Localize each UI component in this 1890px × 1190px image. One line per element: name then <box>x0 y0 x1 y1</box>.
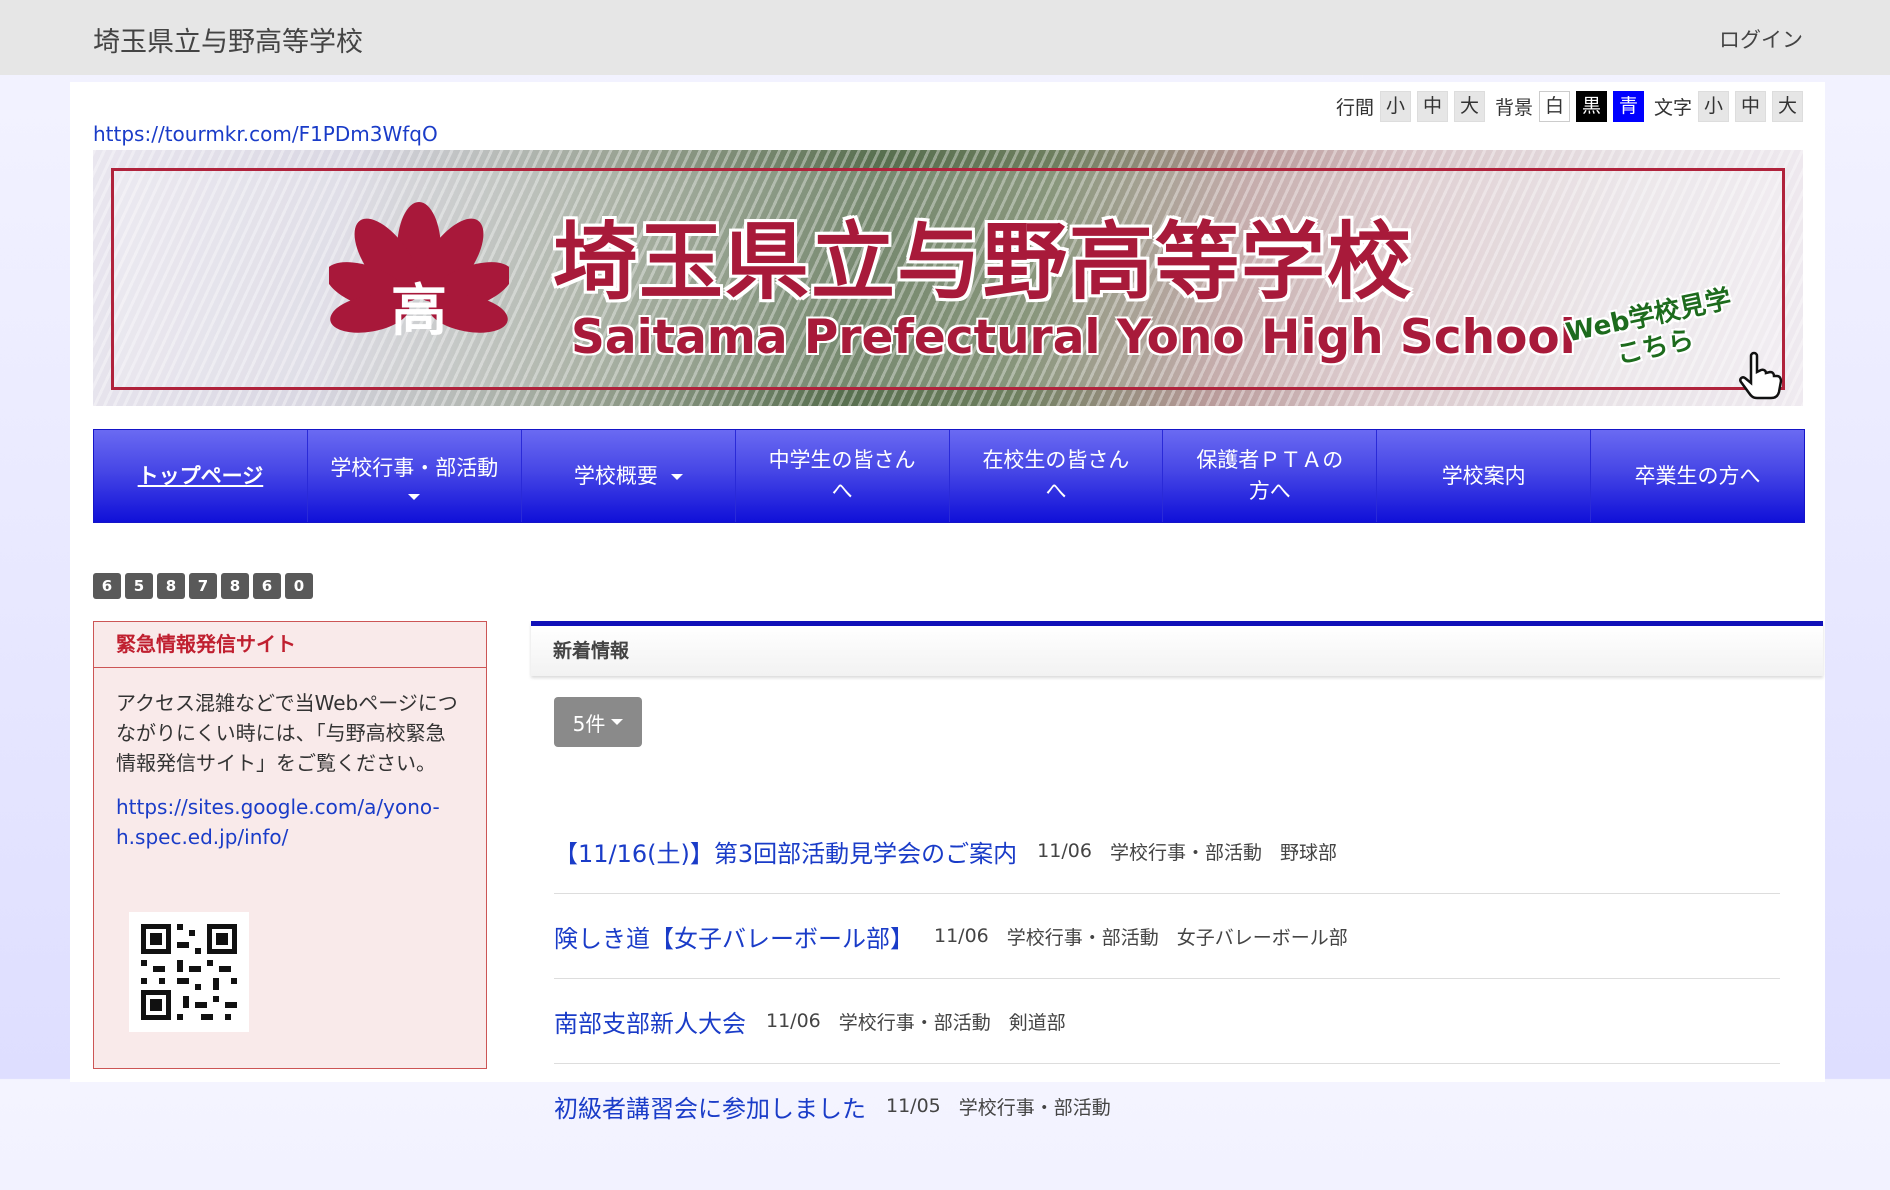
school-crest-icon: 高 <box>329 202 509 344</box>
news-category: 学校行事・部活動 <box>1109 841 1262 864</box>
news-category: 学校行事・部活動 <box>1006 926 1159 949</box>
emergency-info-text: アクセス混雑などで当Webページにつながりにくい時には、「与野高校緊急情報発信サ… <box>116 691 458 775</box>
nav-junior-high[interactable]: 中学生の皆さん へ <box>734 430 949 522</box>
text-size-medium-button[interactable]: 中 <box>1735 91 1766 122</box>
news-date: 11/06 <box>1037 840 1092 862</box>
background-white-button[interactable]: 白 <box>1538 91 1570 122</box>
nav-parents-pta[interactable]: 保護者ＰＴＡの 方へ <box>1162 430 1377 522</box>
nav-top-page[interactable]: トップページ <box>94 430 307 522</box>
nav-events-clubs[interactable]: 学校行事・部活動 <box>306 430 521 522</box>
news-heading: 新着情報 <box>531 621 1823 676</box>
list-item: 【11/16(土)】第3回部活動見学会のご案内 11/06 学校行事・部活動 野… <box>554 809 1780 894</box>
chevron-down-icon <box>611 719 624 725</box>
page-container: 行間 小 中 大 背景 白 黒 青 文字 小 中 大 https://tourm… <box>70 82 1825 1123</box>
nav-top-page-label: トップページ <box>137 463 264 488</box>
counter-digit: 0 <box>285 573 313 599</box>
top-bar: 埼玉県立与野高等学校 ログイン <box>0 0 1890 75</box>
nav-parents-pta-line2: 方へ <box>1248 479 1291 503</box>
header-banner[interactable]: 高 埼玉県立与野高等学校 Saitama Prefectural Yono Hi… <box>93 150 1803 406</box>
nav-school-guide-label: 学校案内 <box>1441 463 1526 488</box>
site-name[interactable]: 埼玉県立与野高等学校 <box>93 20 363 59</box>
news-title-link[interactable]: 初級者講習会に参加しました <box>554 1089 866 1124</box>
banner-title: 埼玉県立与野高等学校 <box>553 213 1414 311</box>
emergency-info-title: 緊急情報発信サイト <box>94 622 486 668</box>
counter-digit: 6 <box>253 573 281 599</box>
line-spacing-small-button[interactable]: 小 <box>1379 91 1411 122</box>
list-item: 険しき道【女子バレーボール部】 11/06 学校行事・部活動 女子バレーボール部 <box>554 894 1780 979</box>
banner-subtitle: Saitama Prefectural Yono High School <box>571 310 1576 365</box>
news-title-link[interactable]: 南部支部新人大会 <box>554 1004 746 1039</box>
background-blue-button[interactable]: 青 <box>1612 91 1644 122</box>
visitor-counter: 6 5 8 7 8 6 0 <box>93 573 317 599</box>
crest-character: 高 <box>391 279 447 344</box>
nav-parents-pta-line1: 保護者ＰＴＡの <box>1196 448 1344 472</box>
news-count-label: 5件 <box>572 711 606 736</box>
news-title-link[interactable]: 【11/16(土)】第3回部活動見学会のご案内 <box>554 834 1017 869</box>
news-club: 女子バレーボール部 <box>1176 926 1348 949</box>
news-date: 11/06 <box>934 925 989 947</box>
counter-digit: 7 <box>189 573 217 599</box>
list-item: 初級者講習会に参加しました 11/05 学校行事・部活動 <box>554 1064 1780 1148</box>
nav-alumni[interactable]: 卒業生の方へ <box>1590 430 1804 522</box>
news-club: 野球部 <box>1279 841 1337 864</box>
news-list: 【11/16(土)】第3回部活動見学会のご案内 11/06 学校行事・部活動 野… <box>554 840 1780 1190</box>
chevron-down-icon <box>670 473 683 480</box>
nav-school-overview[interactable]: 学校概要 <box>520 430 735 522</box>
text-size-small-button[interactable]: 小 <box>1698 91 1729 122</box>
text-size-label: 文字 <box>1653 97 1692 119</box>
nav-school-overview-text: 学校概要 <box>573 463 658 488</box>
nav-current-students-line1: 在校生の皆さん <box>982 448 1130 472</box>
text-size-large-button[interactable]: 大 <box>1772 91 1803 122</box>
news-category: 学校行事・部活動 <box>838 1011 991 1034</box>
nav-events-clubs-label: 学校行事・部活動 <box>330 455 499 480</box>
login-link[interactable]: ログイン <box>1719 24 1803 54</box>
background-black-button[interactable]: 黒 <box>1575 91 1607 122</box>
emergency-info-panel: 緊急情報発信サイト アクセス混雑などで当Webページにつながりにくい時には、「与… <box>93 621 487 1069</box>
line-spacing-large-button[interactable]: 大 <box>1453 91 1485 122</box>
counter-digit: 8 <box>221 573 249 599</box>
qr-code-icon <box>129 912 249 1032</box>
news-category: 学校行事・部活動 <box>958 1096 1111 1119</box>
counter-digit: 8 <box>157 573 185 599</box>
line-spacing-medium-button[interactable]: 中 <box>1416 91 1448 122</box>
background-label: 背景 <box>1494 97 1533 119</box>
pointing-hand-icon <box>1739 351 1783 400</box>
nav-junior-high-line2: へ <box>831 479 853 503</box>
counter-digit: 6 <box>93 573 121 599</box>
news-date: 11/06 <box>766 1010 821 1032</box>
counter-digit: 5 <box>125 573 153 599</box>
nav-school-overview-label: 学校概要 <box>574 461 683 492</box>
emergency-site-link[interactable]: https://sites.google.com/a/yono-h.spec.e… <box>116 792 464 852</box>
chevron-down-icon <box>408 493 421 500</box>
emergency-info-body: アクセス混雑などで当Webページにつながりにくい時には、「与野高校緊急情報発信サ… <box>94 668 486 872</box>
line-spacing-label: 行間 <box>1335 97 1374 119</box>
nav-current-students[interactable]: 在校生の皆さん へ <box>948 430 1163 522</box>
nav-school-guide[interactable]: 学校案内 <box>1376 430 1591 522</box>
list-item: 南部支部新人大会 11/06 学校行事・部活動 剣道部 <box>554 979 1780 1064</box>
virtual-tour-link[interactable]: https://tourmkr.com/F1PDm3WfqO <box>93 122 438 146</box>
accessibility-toolbar: 行間 小 中 大 背景 白 黒 青 文字 小 中 大 <box>1326 91 1803 122</box>
news-count-dropdown[interactable]: 5件 <box>554 697 642 747</box>
nav-alumni-label: 卒業生の方へ <box>1634 463 1761 488</box>
nav-junior-high-line1: 中学生の皆さん <box>768 448 916 472</box>
main-nav: トップページ 学校行事・部活動 学校概要 中学生の皆さん へ 在校生の皆さん へ… <box>93 429 1805 523</box>
news-date: 11/05 <box>886 1095 941 1117</box>
news-title-link[interactable]: 険しき道【女子バレーボール部】 <box>554 919 914 954</box>
nav-current-students-line2: へ <box>1045 479 1067 503</box>
news-club: 剣道部 <box>1008 1011 1066 1034</box>
